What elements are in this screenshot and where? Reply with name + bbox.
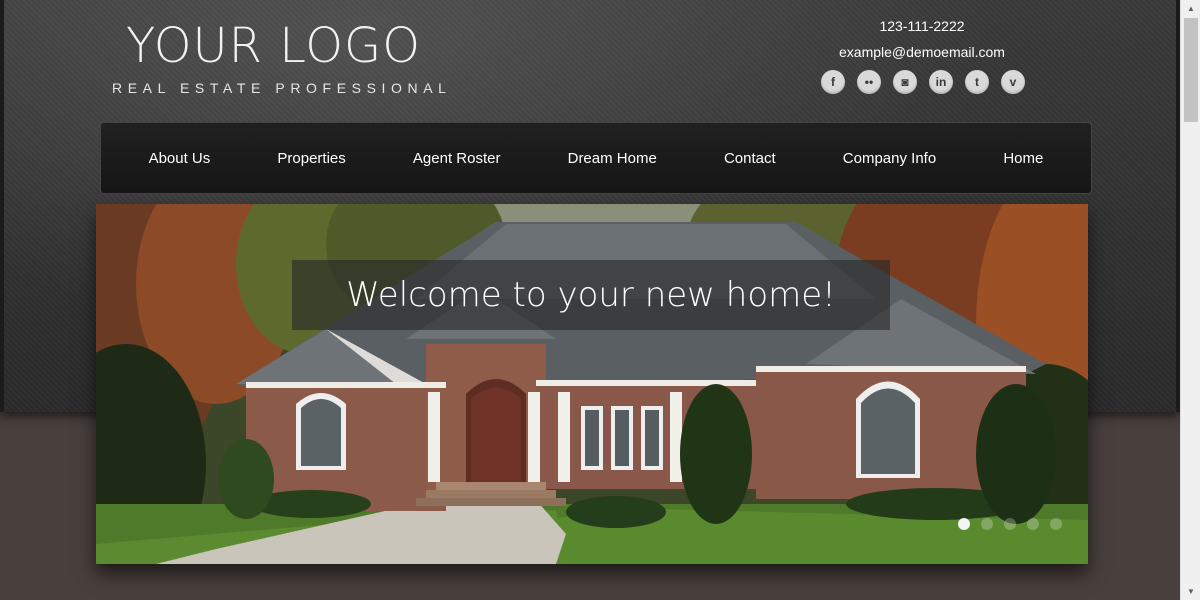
scroll-down-arrow-icon[interactable]: ▼ (1181, 583, 1200, 600)
twitter-icon[interactable]: t (965, 70, 989, 94)
instagram-icon[interactable]: ◙ (893, 70, 917, 94)
hero-slider[interactable]: Welcome to your new home! (96, 204, 1088, 564)
phone-number[interactable]: 123-111-2222 (804, 16, 1040, 38)
logo-subtitle: REAL ESTATE PROFESSIONAL (112, 80, 452, 96)
contact-info: 123-111-2222 example@demoemail.com (804, 16, 1040, 64)
scrollbar[interactable]: ▲ ▼ (1180, 0, 1200, 600)
main-nav: About Us Properties Agent Roster Dream Home… (100, 122, 1092, 194)
nav-item-dream-home[interactable]: Dream Home (568, 150, 657, 167)
slider-dot[interactable] (1027, 518, 1039, 530)
vimeo-icon[interactable]: v (1001, 70, 1025, 94)
slider-dot[interactable] (1004, 518, 1016, 530)
slider-dot[interactable] (981, 518, 993, 530)
slider-dot[interactable] (1050, 518, 1062, 530)
facebook-icon[interactable]: f (821, 70, 845, 94)
slider-dots (958, 518, 1062, 530)
hero-caption: Welcome to your new home! (292, 260, 890, 330)
house-image (96, 204, 1088, 564)
page-viewport: YOUR LOGO REAL ESTATE PROFESSIONAL 123-1… (0, 0, 1180, 600)
scroll-thumb[interactable] (1184, 18, 1198, 122)
flickr-icon[interactable]: •• (857, 70, 881, 94)
email-link[interactable]: example@demoemail.com (804, 40, 1040, 64)
nav-item-properties[interactable]: Properties (277, 150, 345, 167)
nav-item-company-info[interactable]: Company Info (843, 150, 936, 167)
nav-item-agent-roster[interactable]: Agent Roster (413, 150, 501, 167)
logo-title[interactable]: YOUR LOGO (126, 18, 421, 74)
nav-item-contact[interactable]: Contact (724, 150, 776, 167)
nav-item-home[interactable]: Home (1003, 150, 1043, 167)
scroll-up-arrow-icon[interactable]: ▲ (1181, 0, 1200, 17)
slider-dot[interactable] (958, 518, 970, 530)
social-icons: f •• ◙ in t v (821, 70, 1025, 94)
nav-item-about-us[interactable]: About Us (149, 150, 211, 167)
linkedin-icon[interactable]: in (929, 70, 953, 94)
